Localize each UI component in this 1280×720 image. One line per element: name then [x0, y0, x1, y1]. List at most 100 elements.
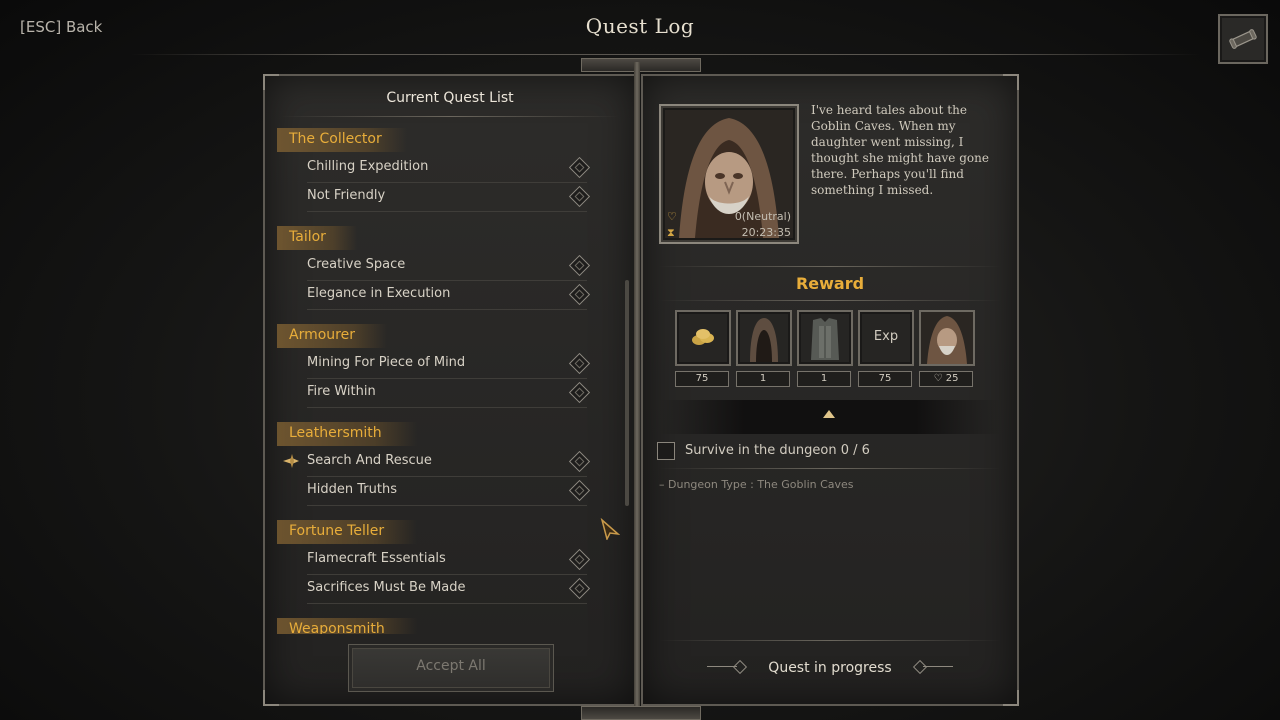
quest-list[interactable]: The Collector Chilling Expedition Not Fr… [277, 126, 607, 634]
reward-item[interactable]: Exp 75 [858, 310, 914, 387]
quest-list-panel: Current Quest List The Collector Chillin… [263, 74, 637, 706]
quest-status-icon [568, 577, 591, 600]
section-divider [659, 300, 1001, 301]
objective-label: Survive in the dungeon 0 / 6 [685, 443, 870, 458]
ornament-right [923, 666, 953, 667]
row-divider [307, 505, 587, 506]
quest-status-icon [568, 548, 591, 571]
npc-portrait: ♡ 0(Neutral) ⧗ 20:23:35 [659, 104, 799, 244]
accept-all-button[interactable]: Accept All [348, 644, 554, 692]
exp-icon: Exp [858, 310, 914, 366]
reward-count: 1 [736, 371, 790, 387]
corner-ornament [1003, 690, 1019, 706]
top-divider [130, 54, 1200, 55]
reward-item[interactable]: 75 [675, 310, 731, 387]
quest-description: I've heard tales about the Goblin Caves.… [811, 103, 989, 197]
quest-item[interactable]: Mining For Piece of Mind [277, 350, 607, 379]
category-label: The Collector [289, 131, 382, 147]
quest-detail-panel: ♡ 0(Neutral) ⧗ 20:23:35 I've heard tales… [641, 74, 1019, 706]
reward-count: 75 [858, 371, 912, 387]
book-spine [634, 62, 640, 712]
quest-status-icon [568, 283, 591, 306]
category-header[interactable]: The Collector [277, 128, 607, 154]
quest-item[interactable]: Fire Within [277, 379, 607, 408]
quest-name: Not Friendly [307, 188, 386, 203]
quest-item[interactable]: Elegance in Execution [277, 281, 607, 310]
quest-item[interactable]: Creative Space [277, 252, 607, 281]
category-header[interactable]: Fortune Teller [277, 520, 607, 546]
objective-checkbox[interactable] [657, 442, 675, 460]
spine-ornament-top [581, 58, 701, 72]
category-header[interactable]: Armourer [277, 324, 607, 350]
quest-name: Flamecraft Essentials [307, 551, 446, 566]
quest-name: Hidden Truths [307, 482, 397, 497]
quest-status-icon [568, 185, 591, 208]
quest-name: Elegance in Execution [307, 286, 451, 301]
quest-status: Quest in progress [707, 654, 953, 684]
quest-item[interactable]: Sacrifices Must Be Made [277, 575, 607, 604]
row-divider [307, 211, 587, 212]
page-title: Quest Log [585, 14, 695, 38]
selected-marker-icon [283, 454, 299, 468]
top-bar: [ESC] Back Quest Log [0, 0, 1280, 64]
category-label: Armourer [289, 327, 355, 343]
corner-ornament [263, 690, 279, 706]
scroll-icon [1229, 29, 1257, 49]
section-divider [659, 640, 1001, 641]
quest-status-icon [568, 156, 591, 179]
arrow-up-icon[interactable] [823, 410, 835, 418]
reward-count: ♡ 25 [919, 371, 973, 387]
category-header[interactable]: Leathersmith [277, 422, 607, 448]
reward-count: 75 [675, 371, 729, 387]
reward-title: Reward [795, 274, 865, 293]
quest-list-scrollbar[interactable] [625, 280, 629, 506]
quest-list-title: Current Quest List [386, 90, 514, 106]
quest-status-icon [568, 352, 591, 375]
quest-name: Chilling Expedition [307, 159, 429, 174]
quest-name: Sacrifices Must Be Made [307, 580, 466, 595]
npc-affinity-icon [919, 310, 975, 366]
hood-icon [736, 310, 792, 366]
category-label: Tailor [289, 229, 326, 245]
quest-item[interactable]: Flamecraft Essentials [277, 546, 607, 575]
quest-name: Mining For Piece of Mind [307, 355, 466, 370]
quest-book: Current Quest List The Collector Chillin… [263, 58, 1019, 720]
map-scroll-button[interactable] [1218, 14, 1268, 64]
exp-label: Exp [873, 329, 899, 344]
quest-name: Creative Space [307, 257, 406, 272]
category-label: Weaponsmith [289, 621, 385, 634]
quest-name: Fire Within [307, 384, 376, 399]
reward-item[interactable]: ♡ 25 [919, 310, 975, 387]
mouse-cursor-icon [600, 518, 620, 540]
quest-item[interactable]: Chilling Expedition [277, 154, 607, 183]
corner-ornament [1003, 74, 1019, 90]
quest-item[interactable]: Hidden Truths [277, 477, 607, 506]
category-header[interactable]: Weaponsmith [277, 618, 607, 634]
gold-coins-icon [675, 310, 731, 366]
dungeon-type: – Dungeon Type : The Goblin Caves [659, 478, 854, 491]
quest-item[interactable]: Not Friendly [277, 183, 607, 212]
section-divider [659, 266, 1001, 267]
category-label: Leathersmith [289, 425, 382, 441]
hourglass-icon: ⧗ [667, 226, 675, 239]
quest-status-icon [568, 450, 591, 473]
armor-icon [797, 310, 853, 366]
quest-name: Search And Rescue [307, 453, 432, 468]
quest-status-icon [568, 254, 591, 277]
quest-status-icon [568, 381, 591, 404]
row-divider [307, 603, 587, 604]
category-label: Fortune Teller [289, 523, 385, 539]
reward-item[interactable]: 1 [797, 310, 853, 387]
corner-ornament [263, 74, 279, 90]
spine-ornament-bottom [581, 706, 701, 720]
row-divider [307, 309, 587, 310]
category-header[interactable]: Tailor [277, 226, 607, 252]
quest-status-icon [568, 479, 591, 502]
title-divider [281, 116, 619, 117]
reward-count: 1 [797, 371, 851, 387]
affinity-heart-icon: ♡ [667, 210, 677, 223]
expand-objectives-bar[interactable] [659, 400, 1001, 434]
section-divider [659, 468, 1001, 469]
quest-item-selected[interactable]: Search And Rescue [277, 448, 607, 477]
reward-item[interactable]: 1 [736, 310, 792, 387]
